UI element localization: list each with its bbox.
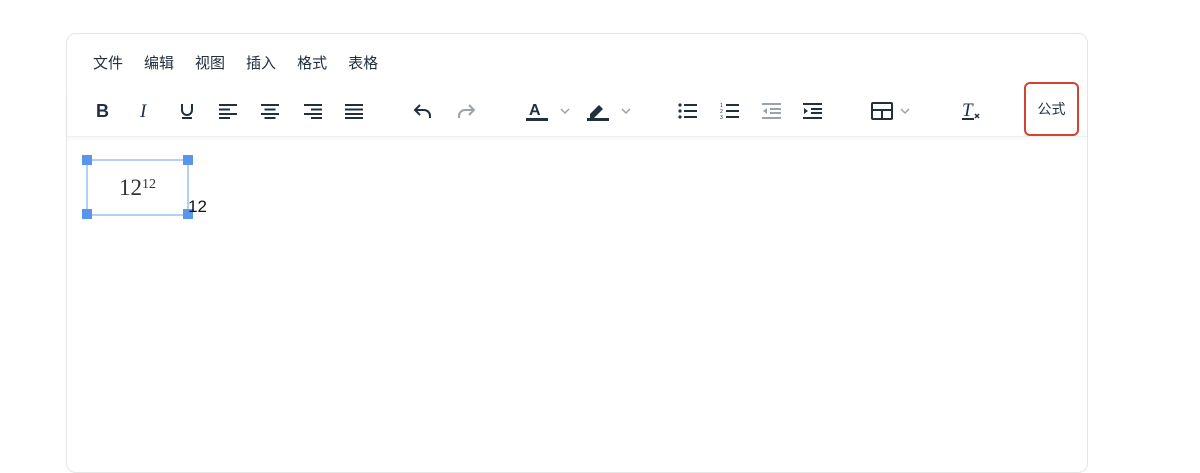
align-right-button[interactable] bbox=[302, 96, 324, 126]
clear-format-icon: T bbox=[962, 100, 980, 121]
align-right-icon bbox=[304, 104, 322, 119]
body-text: 12 bbox=[188, 197, 207, 216]
highlight-color-button[interactable] bbox=[585, 96, 637, 126]
clear-format-button[interactable]: T bbox=[960, 96, 982, 126]
menu-table[interactable]: 表格 bbox=[348, 54, 378, 74]
menu-format[interactable]: 格式 bbox=[297, 54, 327, 74]
formula-base: 12 bbox=[119, 174, 142, 200]
svg-text:3: 3 bbox=[720, 115, 723, 120]
align-justify-button[interactable] bbox=[343, 96, 365, 126]
bullet-list-button[interactable] bbox=[677, 96, 699, 126]
svg-text:T: T bbox=[962, 100, 974, 121]
formula-object[interactable]: 12 12 bbox=[86, 159, 189, 216]
table-button[interactable] bbox=[870, 96, 916, 126]
resize-handle-bottom-left[interactable] bbox=[82, 209, 92, 219]
svg-text:B: B bbox=[96, 102, 109, 120]
menu-view[interactable]: 视图 bbox=[195, 54, 225, 74]
text-color-button[interactable]: A bbox=[524, 96, 576, 126]
formula-exponent: 12 bbox=[142, 176, 156, 192]
resize-handle-top-left[interactable] bbox=[82, 155, 92, 165]
align-left-button[interactable] bbox=[217, 96, 239, 126]
formula-button[interactable]: 公式 bbox=[1024, 82, 1079, 136]
table-icon bbox=[871, 102, 910, 120]
rich-text-editor: 文件 编辑 视图 插入 格式 表格 B I A 1 2 3 T 公式 12 12… bbox=[66, 33, 1088, 473]
italic-button[interactable]: I bbox=[135, 96, 155, 126]
align-justify-icon bbox=[345, 104, 363, 119]
svg-text:A: A bbox=[529, 102, 541, 119]
bold-button[interactable]: B bbox=[93, 96, 113, 126]
bold-icon: B bbox=[96, 102, 109, 120]
menu-insert[interactable]: 插入 bbox=[246, 54, 276, 74]
menu-file[interactable]: 文件 bbox=[93, 54, 123, 74]
underline-icon bbox=[181, 104, 193, 119]
highlight-color-icon bbox=[587, 105, 631, 121]
menu-edit[interactable]: 编辑 bbox=[144, 54, 174, 74]
menubar: 文件 编辑 视图 插入 格式 表格 bbox=[93, 54, 399, 74]
undo-button[interactable] bbox=[412, 96, 434, 126]
undo-icon bbox=[413, 104, 431, 118]
numbered-list-icon: 123 bbox=[720, 103, 739, 120]
redo-icon bbox=[458, 104, 476, 118]
outdent-icon bbox=[762, 103, 781, 119]
toolbar: B I A 1 2 3 T bbox=[67, 90, 1087, 137]
align-center-icon bbox=[261, 104, 279, 119]
indent-button[interactable] bbox=[802, 96, 824, 126]
italic-icon: I bbox=[139, 102, 148, 120]
indent-icon bbox=[803, 103, 822, 119]
outdent-button[interactable] bbox=[761, 96, 783, 126]
redo-button[interactable] bbox=[455, 96, 477, 126]
editor-content[interactable]: 12 12 12 bbox=[67, 138, 1087, 468]
align-center-button[interactable] bbox=[259, 96, 281, 126]
resize-handle-top-right[interactable] bbox=[183, 155, 193, 165]
bullet-list-icon bbox=[678, 103, 697, 119]
align-left-icon bbox=[219, 104, 237, 119]
text-color-icon: A bbox=[526, 102, 570, 121]
svg-text:I: I bbox=[139, 102, 148, 120]
underline-button[interactable] bbox=[177, 96, 197, 126]
numbered-list-button[interactable]: 123 bbox=[719, 96, 741, 126]
